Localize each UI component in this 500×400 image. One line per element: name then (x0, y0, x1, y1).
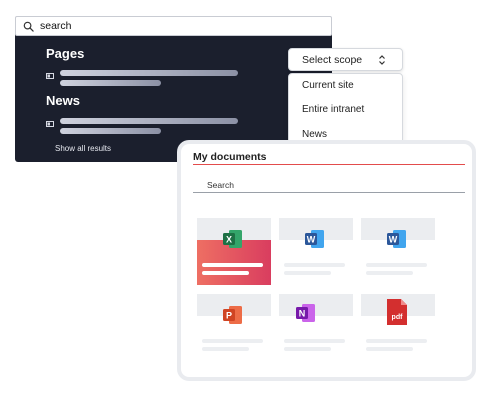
document-meta-placeholder (202, 347, 249, 351)
svg-text:P: P (226, 311, 232, 321)
chevron-updown-icon (379, 55, 385, 65)
news-result-icon (46, 121, 54, 127)
documents-search-input[interactable]: Search (207, 180, 234, 190)
onenote-icon: N (296, 304, 315, 322)
document-name-placeholder (202, 339, 263, 343)
page-result-icon (46, 73, 54, 79)
result-title-placeholder[interactable] (60, 70, 238, 76)
document-meta-placeholder (284, 347, 331, 351)
svg-text:X: X (226, 235, 232, 245)
scope-option-entire-intranet[interactable]: Entire intranet (302, 104, 364, 115)
section-title-pages: Pages (46, 46, 85, 61)
document-name-placeholder (202, 263, 263, 267)
document-name-placeholder (284, 339, 345, 343)
search-input-value: search (40, 20, 72, 32)
show-all-results-link[interactable]: Show all results (55, 144, 111, 153)
svg-text:W: W (389, 235, 398, 245)
scope-option-current-site[interactable]: Current site (302, 80, 354, 91)
document-meta-placeholder (366, 347, 413, 351)
result-description-placeholder (60, 80, 161, 86)
documents-title: My documents (193, 151, 267, 163)
document-meta-placeholder (366, 271, 413, 275)
section-title-news: News (46, 93, 80, 108)
select-scope-label: Select scope (302, 54, 363, 66)
word-icon: W (305, 230, 324, 248)
document-name-placeholder (366, 263, 427, 267)
select-scope-dropdown[interactable]: Select scope (288, 48, 403, 71)
result-title-placeholder[interactable] (60, 118, 238, 124)
document-name-placeholder (366, 339, 427, 343)
svg-text:N: N (299, 309, 306, 319)
search-icon (23, 21, 34, 32)
scope-option-news[interactable]: News (302, 129, 327, 140)
search-input[interactable]: search (15, 16, 332, 36)
scope-options-menu: Current site Entire intranet News (288, 73, 403, 147)
result-description-placeholder (60, 128, 161, 134)
word-icon: W (387, 230, 406, 248)
powerpoint-icon: P (223, 306, 242, 324)
svg-text:W: W (307, 235, 316, 245)
pdf-icon: pdf (387, 299, 407, 325)
title-underline (193, 164, 465, 165)
excel-icon: X (223, 230, 242, 248)
document-meta-placeholder (284, 271, 331, 275)
document-name-placeholder (284, 263, 345, 267)
document-meta-placeholder (202, 271, 249, 275)
svg-text:pdf: pdf (392, 314, 404, 321)
search-underline (193, 192, 465, 193)
